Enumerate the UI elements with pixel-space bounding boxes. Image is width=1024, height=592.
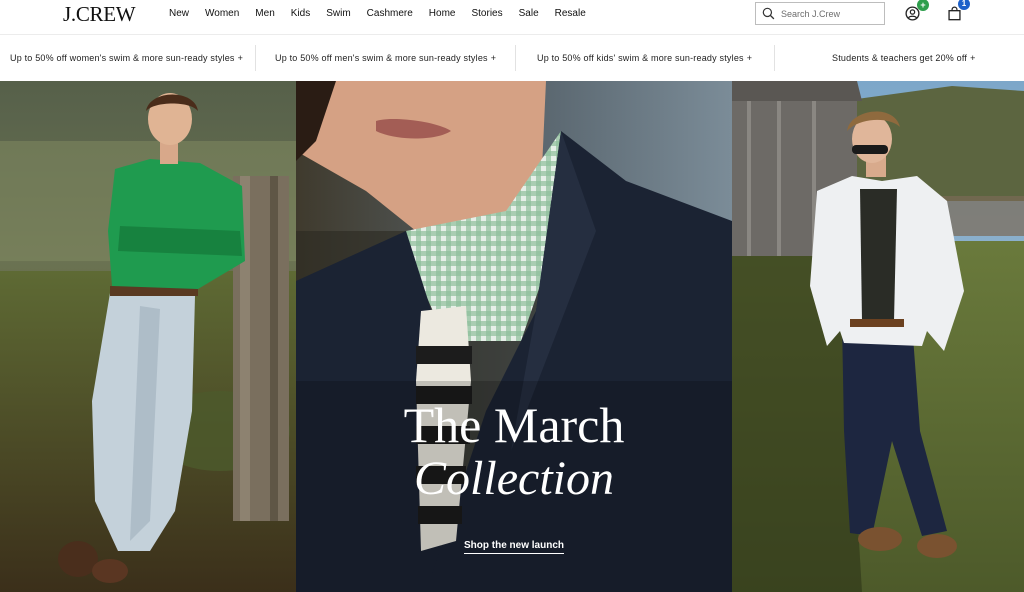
promo-text: Up to 50% off men's swim & more sun-read…	[275, 53, 488, 63]
nav-new[interactable]: New	[169, 8, 189, 19]
promo-women-swim[interactable]: Up to 50% off women's swim & more sun-re…	[10, 35, 243, 81]
hero-title: The March Collection	[296, 399, 732, 507]
nav-cashmere[interactable]: Cashmere	[367, 8, 413, 19]
search-icon	[762, 7, 775, 20]
search-box[interactable]	[755, 2, 885, 25]
hero-image-right	[732, 81, 1024, 592]
shop-new-launch-link[interactable]: Shop the new launch	[463, 540, 564, 554]
nav-resale[interactable]: Resale	[555, 8, 586, 19]
hero-image-center	[296, 81, 732, 592]
bag-count-badge: 1	[958, 0, 970, 10]
promo-men-swim[interactable]: Up to 50% off men's swim & more sun-read…	[275, 35, 496, 81]
site-header: J.CREW New Women Men Kids Swim Cashmere …	[0, 0, 1024, 30]
search-input[interactable]	[781, 8, 881, 19]
hero-banner[interactable]: The March Collection Shop the new launch	[0, 81, 1024, 592]
plus-icon: +	[970, 53, 976, 63]
nav-swim[interactable]: Swim	[326, 8, 350, 19]
divider	[515, 45, 516, 71]
hero-title-line1: The March	[403, 397, 625, 453]
plus-icon: +	[490, 53, 497, 63]
divider	[255, 45, 256, 71]
promo-text: Up to 50% off women's swim & more sun-re…	[10, 53, 235, 63]
nav-men[interactable]: Men	[255, 8, 274, 19]
promo-students-teachers[interactable]: Students & teachers get 20% off +	[832, 35, 976, 81]
nav-sale[interactable]: Sale	[519, 8, 539, 19]
nav-women[interactable]: Women	[205, 8, 239, 19]
promo-bar: Up to 50% off women's swim & more sun-re…	[0, 34, 1024, 80]
plus-icon: +	[746, 53, 753, 63]
hero-image-left	[0, 81, 296, 592]
hero-title-line2: Collection	[414, 452, 614, 505]
divider	[774, 45, 775, 71]
nav-stories[interactable]: Stories	[471, 8, 502, 19]
nav-kids[interactable]: Kids	[291, 8, 310, 19]
jcrew-logo[interactable]: J.CREW	[63, 2, 136, 27]
hero-cta: Shop the new launch	[296, 535, 732, 554]
nav-home[interactable]: Home	[429, 8, 456, 19]
main-nav: New Women Men Kids Swim Cashmere Home St…	[169, 8, 602, 19]
account-status-badge: +	[917, 0, 929, 11]
plus-icon: +	[237, 53, 244, 63]
promo-text: Up to 50% off kids' swim & more sun-read…	[537, 53, 744, 63]
promo-kids-swim[interactable]: Up to 50% off kids' swim & more sun-read…	[537, 35, 752, 81]
promo-text: Students & teachers get 20% off	[832, 53, 968, 63]
